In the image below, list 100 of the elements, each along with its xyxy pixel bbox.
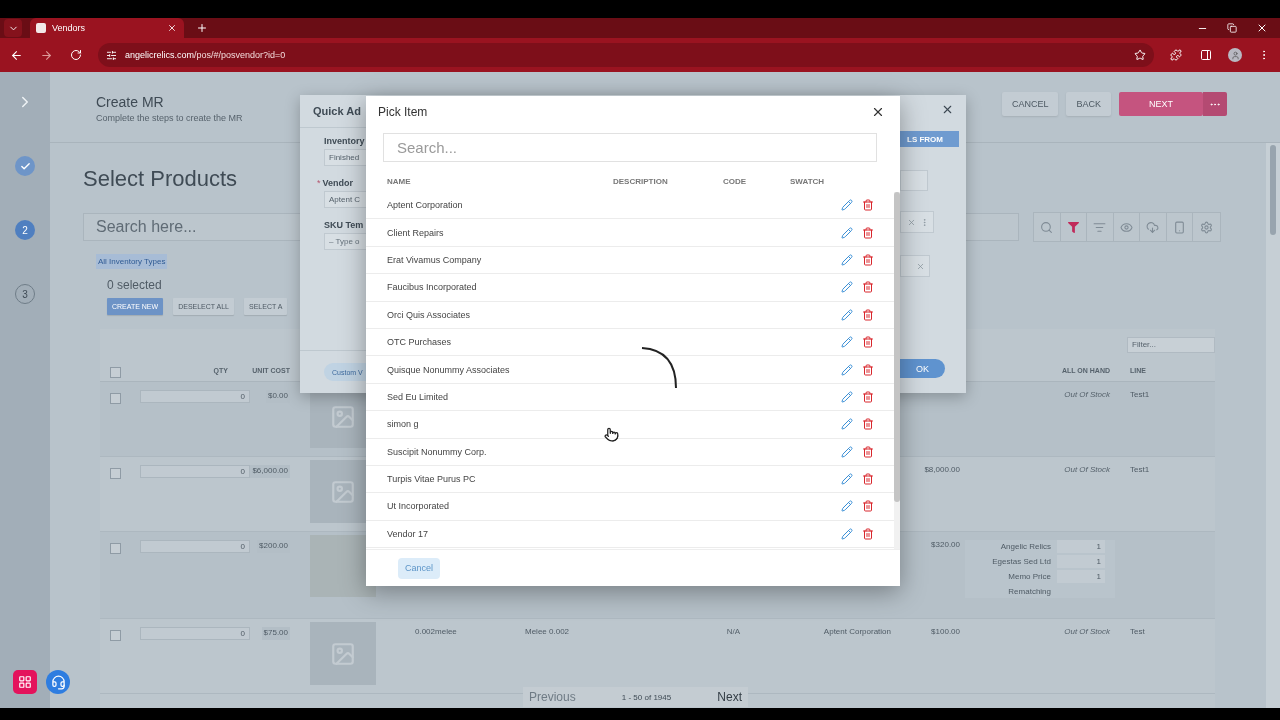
settings-button[interactable] <box>1193 213 1220 241</box>
filter-button[interactable] <box>1060 213 1087 241</box>
edit-button[interactable] <box>840 362 854 377</box>
next-button[interactable]: Next <box>717 690 742 704</box>
tab-list-button[interactable] <box>4 19 22 37</box>
browser-tab[interactable]: Vendors <box>30 18 184 38</box>
filter-icon <box>1067 221 1079 233</box>
vendor-name[interactable]: Faucibus Incorporated <box>387 282 613 293</box>
bookmark-star-icon[interactable] <box>1134 49 1146 61</box>
row-checkbox[interactable] <box>110 468 121 479</box>
vendor-quantity-field[interactable]: 1 <box>1057 570 1105 583</box>
edit-button[interactable] <box>840 198 854 213</box>
input-field[interactable]: – Type o <box>324 233 366 250</box>
vendor-name[interactable]: Vendor 17 <box>387 528 613 539</box>
input-field[interactable] <box>900 255 930 277</box>
delete-button[interactable] <box>861 526 875 541</box>
delete-button[interactable] <box>861 472 875 487</box>
view-button[interactable] <box>1113 213 1140 241</box>
apps-button[interactable] <box>13 670 37 694</box>
search-field[interactable]: Search... <box>383 133 877 162</box>
vendor-name[interactable]: Ut Incorporated <box>387 501 613 512</box>
header-button[interactable]: NEXT <box>1119 92 1203 116</box>
delete-button[interactable] <box>861 225 875 240</box>
delete-button[interactable] <box>861 362 875 377</box>
step-indicator[interactable]: 2 <box>15 220 35 240</box>
more-icon[interactable] <box>920 217 929 227</box>
clear-icon[interactable] <box>907 217 916 227</box>
filter-chip[interactable]: All Inventory Types <box>96 254 168 269</box>
row-checkbox[interactable] <box>110 543 121 554</box>
edit-button[interactable] <box>840 499 854 514</box>
header-button[interactable]: BACK <box>1066 92 1111 116</box>
edit-button[interactable] <box>840 280 854 295</box>
delete-button[interactable] <box>861 198 875 213</box>
side-panel-button[interactable] <box>1198 47 1214 63</box>
delete-button[interactable] <box>861 307 875 322</box>
pencil-icon <box>841 336 853 349</box>
vendor-name[interactable]: Turpis Vitae Purus PC <box>387 474 613 485</box>
ok-button[interactable]: OK <box>900 359 945 378</box>
profile-button[interactable] <box>1228 48 1242 62</box>
vendor-name[interactable]: simon g <box>387 419 613 430</box>
vendor-name[interactable]: Orci Quis Associates <box>387 309 613 320</box>
restore-button[interactable] <box>1224 20 1240 36</box>
reload-button[interactable] <box>68 47 84 63</box>
vendor-name[interactable]: Erat Vivamus Company <box>387 254 613 265</box>
vendor-name[interactable]: Sed Eu Limited <box>387 391 613 402</box>
input-field[interactable] <box>900 211 934 233</box>
delete-button[interactable] <box>861 417 875 432</box>
edit-button[interactable] <box>840 526 854 541</box>
unit-cost-field[interactable]: $75.00 <box>261 627 290 640</box>
delete-button[interactable] <box>861 335 875 350</box>
filter-field[interactable]: Filter... <box>1127 336 1215 353</box>
cancel-button[interactable]: Cancel <box>398 557 440 579</box>
edit-button[interactable] <box>840 444 854 459</box>
quantity-field[interactable]: 0 <box>140 390 250 403</box>
pencil-icon <box>841 199 853 212</box>
address-bar[interactable]: angelicrelics.com/pos/#/posvendor?id=0 <box>98 43 1154 67</box>
edit-button[interactable] <box>840 307 854 322</box>
input-field[interactable]: Finished <box>324 149 366 166</box>
vendor-name[interactable]: Suscipit Nonummy Corp. <box>387 446 613 457</box>
delete-button[interactable] <box>861 252 875 267</box>
step-indicator[interactable] <box>15 156 35 176</box>
extensions-button[interactable] <box>1168 47 1184 63</box>
edit-button[interactable] <box>840 417 854 432</box>
input-field[interactable]: Aptent C <box>324 191 366 208</box>
site-settings-icon[interactable] <box>106 49 117 61</box>
select-all-checkbox[interactable] <box>110 366 121 378</box>
close-button[interactable] <box>941 103 954 116</box>
quantity-field[interactable]: 0 <box>140 627 250 640</box>
row-checkbox[interactable] <box>110 630 121 641</box>
edit-button[interactable] <box>840 252 854 267</box>
vendor-quantity-field[interactable]: 1 <box>1057 555 1105 568</box>
device-button[interactable] <box>1166 213 1193 241</box>
delete-button[interactable] <box>861 444 875 459</box>
vendor-name[interactable]: Client Repairs <box>387 227 613 238</box>
vendor-quantity-field[interactable]: 1 <box>1057 540 1105 553</box>
edit-button[interactable] <box>840 225 854 240</box>
vendor-name[interactable]: Quisque Nonummy Associates <box>387 364 613 375</box>
forward-arrow-icon <box>39 48 53 62</box>
edit-button[interactable] <box>840 472 854 487</box>
quantity-field[interactable]: 0 <box>140 540 250 553</box>
delete-button[interactable] <box>861 280 875 295</box>
more-button[interactable] <box>1203 92 1227 116</box>
details-button[interactable]: LS FROM <box>900 131 959 147</box>
edit-button[interactable] <box>840 389 854 404</box>
vendor-name[interactable]: Aptent Corporation <box>387 200 613 211</box>
search-settings-button[interactable] <box>1034 213 1061 241</box>
quantity-field[interactable]: 0 <box>140 465 250 478</box>
input-field[interactable] <box>900 170 928 191</box>
unit-cost-field[interactable]: $6,000.00 <box>250 465 290 478</box>
delete-button[interactable] <box>861 389 875 404</box>
delete-button[interactable] <box>861 499 875 514</box>
vendor-label: Memo Price <box>1007 571 1051 583</box>
vendor-name[interactable]: OTC Purchases <box>387 337 613 348</box>
row-checkbox[interactable] <box>110 393 121 404</box>
phone-icon <box>1172 220 1186 234</box>
close-tab-button[interactable] <box>166 22 178 34</box>
clear-icon[interactable] <box>916 261 925 271</box>
header-button[interactable]: CANCEL <box>1001 92 1059 116</box>
edit-button[interactable] <box>840 335 854 350</box>
download-button[interactable] <box>1140 213 1167 241</box>
